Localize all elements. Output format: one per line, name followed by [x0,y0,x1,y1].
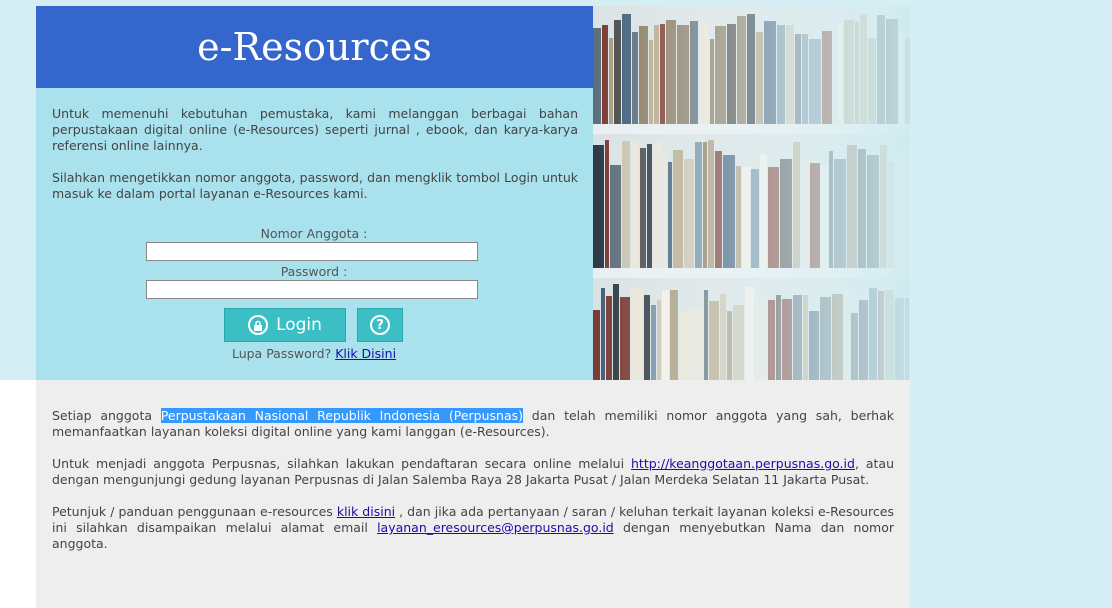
intro-paragraph-1: Untuk memenuhi kebutuhan pemustaka, kami… [52,106,578,153]
question-icon: ? [370,315,390,335]
email-link[interactable]: layanan_eresources@perpusnas.go.id [377,520,614,535]
info-paragraph-3: Petunjuk / panduan penggunaan e-resource… [52,504,894,552]
forgot-password-text: Lupa Password? [231,346,332,361]
member-number-input[interactable] [146,242,478,261]
bookshelf-picture [593,6,910,380]
password-input[interactable] [146,280,478,299]
help-button[interactable]: ? [357,308,403,342]
forgot-password-link[interactable]: Klik Disini [335,346,396,361]
info-paragraph-2: Untuk menjadi anggota Perpusnas, silahka… [52,456,894,488]
intro-text: Untuk memenuhi kebutuhan pemustaka, kami… [52,106,578,218]
info-p3-text: Petunjuk / panduan penggunaan e-resource… [52,504,337,519]
lock-icon [248,315,269,335]
page: e-Resources Untuk memenuhi kebutuhan pem… [36,6,910,608]
info-section: Setiap anggota Perpustakaan Nasional Rep… [36,380,910,608]
guide-link[interactable]: klik disini [337,504,395,519]
password-label: Password : [280,264,348,279]
page-title: e-Resources [197,25,432,69]
login-button-label: Login [276,315,322,335]
button-row: Login ? [224,308,424,342]
forgot-password: Lupa Password? Klik Disini [146,346,482,361]
library-bookshelf-image [593,6,910,380]
background-right [910,380,1112,608]
info-p2-text: Untuk menjadi anggota Perpusnas, silahka… [52,456,631,471]
banner: e-Resources [36,6,593,88]
membership-link[interactable]: http://keanggotaan.perpusnas.go.id [631,456,855,471]
highlighted-text: Perpustakaan Nasional Republik Indonesia… [160,408,524,423]
login-panel: e-Resources Untuk memenuhi kebutuhan pem… [36,6,593,380]
login-form: Nomor Anggota : Password : Login ? Lupa … [146,226,482,361]
member-number-label: Nomor Anggota : [260,226,368,241]
info-paragraph-1: Setiap anggota Perpustakaan Nasional Rep… [52,408,894,440]
info-text: Setiap anggota Perpustakaan Nasional Rep… [52,408,894,568]
info-p1-text: Setiap anggota [52,408,161,423]
intro-paragraph-2: Silahkan mengetikkan nomor anggota, pass… [52,170,578,201]
login-button[interactable]: Login [224,308,346,342]
